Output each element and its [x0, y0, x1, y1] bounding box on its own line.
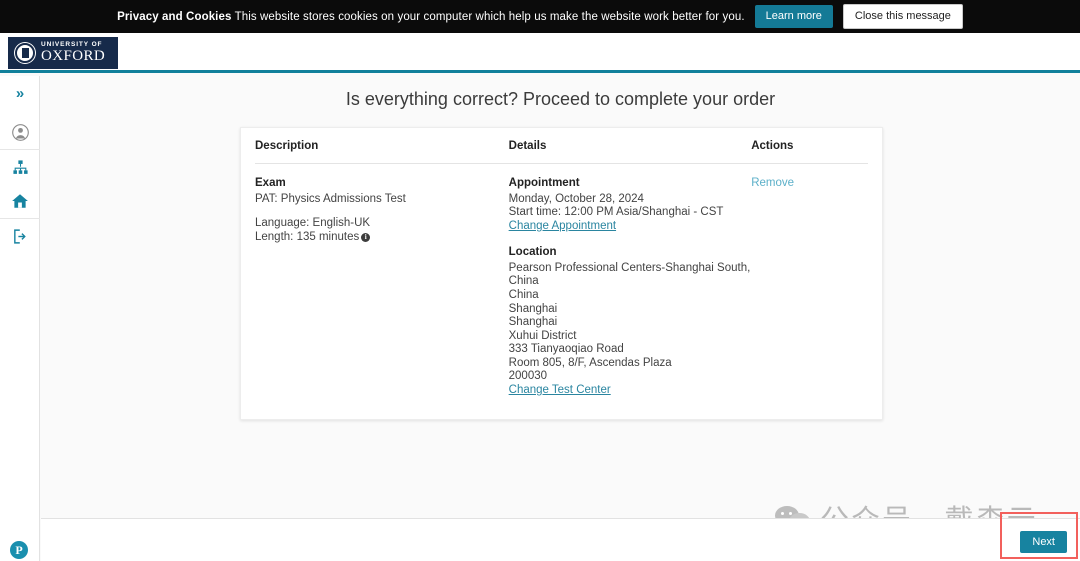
- location-line: 200030: [508, 370, 548, 383]
- sidebar-item-account[interactable]: [0, 115, 40, 149]
- remove-link[interactable]: Remove: [751, 177, 794, 189]
- sitemap-icon: [12, 159, 28, 174]
- location-line: Pearson Professional Centers-Shanghai So…: [508, 261, 751, 288]
- location-line: China: [508, 288, 539, 301]
- table-header-row: Description Details Actions: [255, 128, 868, 164]
- sidebar-item-home[interactable]: [0, 184, 40, 218]
- pearson-logo-icon[interactable]: P: [10, 541, 28, 559]
- page-title: Is everything correct? Proceed to comple…: [345, 89, 776, 109]
- appointment-start-time: Start time: 12:00 PM Asia/Shanghai - CST: [508, 206, 724, 219]
- sign-out-icon: [13, 228, 26, 244]
- next-button[interactable]: Next: [1020, 531, 1067, 553]
- location-line: Room 805, 8/F, Ascendas Plaza: [508, 356, 672, 369]
- location-line: 333 Tianyaoqiao Road: [508, 343, 624, 356]
- order-table-body: Exam PAT: Physics Admissions Test Langua…: [255, 164, 868, 420]
- cookie-banner-text: Privacy and Cookies This website stores …: [117, 11, 745, 23]
- location-line: Shanghai: [508, 316, 558, 329]
- order-summary-card: Description Details Actions Exam PAT: Ph…: [240, 127, 883, 421]
- cookie-consent-banner: Privacy and Cookies This website stores …: [0, 0, 1080, 33]
- location-title: Location: [508, 246, 557, 259]
- exam-name: PAT: Physics Admissions Test: [255, 192, 406, 205]
- sidebar-item-expand[interactable]: »: [0, 76, 40, 110]
- exam-length: Length: 135 minutes: [255, 230, 360, 243]
- column-header-details: Details: [508, 128, 752, 164]
- exam-title: Exam: [255, 177, 286, 189]
- table-row: Exam PAT: Physics Admissions Test Langua…: [255, 164, 868, 420]
- oxford-crest-icon: [14, 42, 36, 64]
- cell-details: Appointment Monday, October 28, 2024 Sta…: [509, 164, 752, 420]
- main-content: Is everything correct? Proceed to comple…: [41, 76, 1080, 518]
- expand-chevrons-icon: »: [15, 84, 25, 102]
- location-line: Shanghai: [508, 302, 558, 315]
- exam-length-line: Length: 135 minutes i: [255, 231, 509, 245]
- exam-language: Language: English-UK: [255, 217, 371, 230]
- cookie-banner-message: This website stores cookies on your comp…: [231, 10, 745, 23]
- logo-oxford-label: OXFORD: [41, 48, 106, 65]
- order-table: Description Details Actions Exam PAT: Ph…: [255, 128, 868, 419]
- cookie-banner-title: Privacy and Cookies: [117, 10, 232, 23]
- appointment-date: Monday, October 28, 2024: [508, 192, 644, 205]
- change-test-center-link[interactable]: Change Test Center: [509, 384, 611, 398]
- sidebar-rail: »: [0, 76, 40, 561]
- site-header: UNIVERSITY OF OXFORD: [0, 33, 1080, 73]
- cell-description: Exam PAT: Physics Admissions Test Langua…: [255, 164, 509, 420]
- appointment-title: Appointment: [508, 177, 580, 189]
- learn-more-button[interactable]: Learn more: [754, 4, 833, 29]
- sidebar-item-sitemap[interactable]: [0, 150, 40, 184]
- info-icon[interactable]: i: [361, 232, 371, 242]
- location-block: Location Pearson Professional Centers-Sh…: [509, 246, 752, 397]
- sidebar-item-sign-out[interactable]: [0, 219, 40, 253]
- order-table-head: Description Details Actions: [255, 128, 868, 164]
- column-header-description: Description: [255, 128, 509, 164]
- oxford-logo-text: UNIVERSITY OF OXFORD: [41, 41, 106, 65]
- page-footer: Next: [41, 518, 1080, 561]
- cell-actions: Remove: [751, 164, 868, 420]
- oxford-logo[interactable]: UNIVERSITY OF OXFORD: [8, 37, 118, 69]
- location-line: Xuhui District: [508, 329, 577, 342]
- app-page: Privacy and Cookies This website stores …: [0, 0, 1080, 561]
- home-icon: [12, 194, 28, 208]
- account-icon: [11, 123, 29, 141]
- change-appointment-link[interactable]: Change Appointment: [509, 220, 616, 234]
- column-header-actions: Actions: [751, 128, 868, 164]
- close-message-button[interactable]: Close this message: [842, 3, 963, 30]
